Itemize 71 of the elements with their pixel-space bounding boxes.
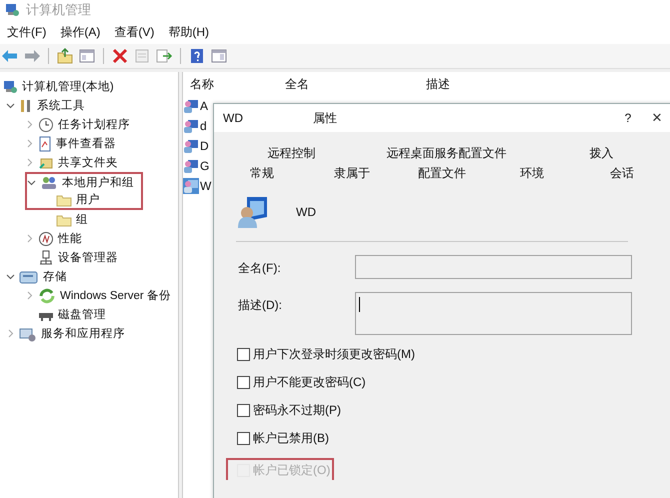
tree-item[interactable]: 系统工具	[37, 98, 85, 113]
forward-arrow-icon[interactable]	[23, 47, 41, 65]
backup-icon	[38, 288, 56, 304]
menu-item[interactable]: 文件(F)	[2, 24, 56, 40]
checkbox-label[interactable]: 密码永不过期(P)	[253, 402, 341, 419]
delete-icon[interactable]	[111, 47, 129, 65]
user-name[interactable]: d	[200, 119, 207, 133]
field-label: 描述(D):	[238, 297, 283, 314]
tab[interactable]: 环境	[518, 165, 546, 182]
user-name[interactable]: W	[200, 179, 212, 193]
checkbox-label[interactable]: 用户不能更改密码(C)	[253, 374, 366, 391]
user-name[interactable]: A	[200, 99, 208, 113]
menu-item[interactable]: 操作(A)	[55, 24, 110, 40]
field-label: 全名(F):	[238, 260, 282, 277]
input-field[interactable]	[355, 255, 632, 279]
folder-icon	[56, 192, 72, 206]
tab[interactable]: 远程控制	[266, 145, 318, 162]
tree-item[interactable]: 服务和应用程序	[41, 326, 125, 341]
panel-toggle-icon[interactable]	[78, 47, 96, 65]
column-header[interactable]: 描述	[426, 76, 526, 92]
tab[interactable]: 会话	[608, 165, 636, 182]
app-icon	[4, 2, 20, 18]
tree-item[interactable]: 组	[76, 212, 88, 227]
tree-item[interactable]: 用户	[76, 192, 100, 207]
checkbox[interactable]	[237, 404, 250, 417]
dialog-title: 属性	[313, 110, 337, 126]
users-icon	[40, 174, 58, 190]
folder-up-icon[interactable]	[56, 47, 74, 65]
checkbox[interactable]	[237, 432, 250, 445]
tree-item[interactable]: Windows Server 备份	[60, 288, 171, 303]
tab[interactable]: 远程桌面服务配置文件	[384, 145, 508, 162]
tab[interactable]: 拨入	[588, 145, 616, 162]
menu-item[interactable]: 查看(V)	[109, 24, 164, 40]
tab[interactable]: 配置文件	[416, 165, 468, 182]
computer-icon	[2, 78, 18, 94]
log-icon	[38, 136, 52, 152]
user-name: WD	[296, 205, 316, 219]
close-button[interactable]: ×	[638, 108, 670, 128]
folder-icon	[56, 212, 72, 226]
tree-item[interactable]: 事件查看器	[56, 136, 116, 151]
clock-icon	[38, 116, 54, 132]
export-icon[interactable]	[155, 47, 173, 65]
storage-icon	[19, 268, 39, 284]
tree-item[interactable]: 共享文件夹	[58, 155, 118, 170]
help-button[interactable]: ?	[618, 111, 638, 125]
tree-item[interactable]: 设备管理器	[58, 250, 118, 265]
checkbox[interactable]	[237, 348, 250, 361]
help-icon[interactable]	[188, 47, 206, 65]
checkbox-label[interactable]: 帐户已禁用(B)	[253, 430, 329, 447]
gauge-icon	[38, 230, 54, 246]
menu-item[interactable]: 帮助(H)	[163, 24, 218, 40]
column-header[interactable]: 名称	[190, 76, 285, 92]
tree-item[interactable]: 计算机管理(本地)	[22, 79, 114, 94]
user-name[interactable]: D	[200, 139, 209, 153]
input-field[interactable]	[355, 292, 632, 335]
user-name[interactable]: G	[200, 159, 210, 173]
device-icon	[38, 250, 54, 266]
view-panel-icon[interactable]	[210, 47, 228, 65]
window-title: 计算机管理	[26, 1, 91, 19]
tab[interactable]: 常规	[248, 165, 276, 182]
tree-item[interactable]: 本地用户和组	[62, 175, 134, 190]
tab[interactable]: 隶属于	[332, 165, 372, 182]
dialog-title: WD	[223, 111, 243, 125]
user-icon	[237, 195, 269, 229]
checkbox-label[interactable]: 用户下次登录时须更改密码(M)	[253, 346, 415, 363]
tree-item[interactable]: 性能	[58, 231, 82, 246]
checkbox[interactable]	[237, 376, 250, 389]
tree-item[interactable]: 磁盘管理	[58, 307, 106, 322]
tree-item[interactable]: 任务计划程序	[58, 117, 130, 132]
column-header[interactable]: 全名	[285, 76, 426, 92]
tree-item[interactable]: 存储	[43, 269, 67, 284]
